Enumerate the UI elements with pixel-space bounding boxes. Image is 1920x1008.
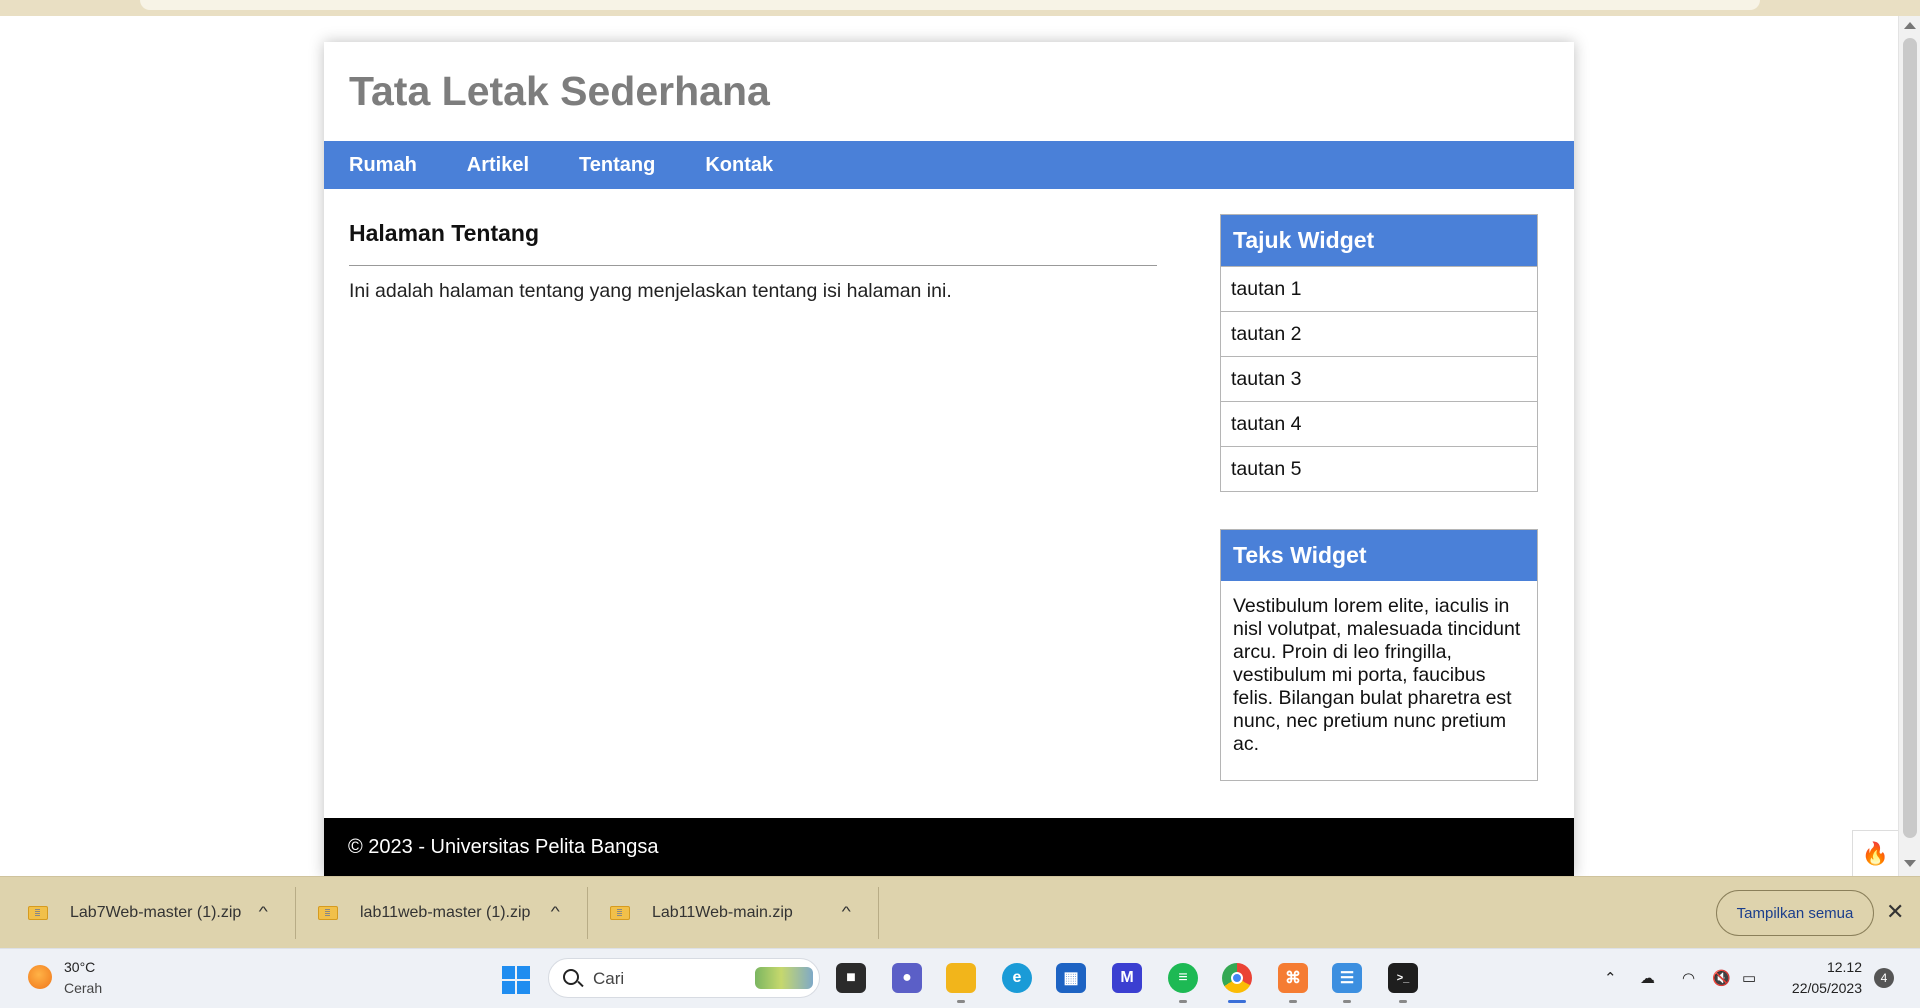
search-placeholder: Cari (593, 969, 625, 988)
main-nav: Rumah Artikel Tentang Kontak (324, 141, 1574, 189)
vscode-like-icon[interactable]: M (1112, 963, 1142, 993)
taskbar: 30°C Cerah Cari ■ ● e ▦ M ≡ ⌘ ☰ >_ ⌃ ☁ ◠… (0, 948, 1920, 1008)
running-indicator (957, 1000, 965, 1003)
scroll-up-icon[interactable] (1904, 22, 1916, 29)
zip-file-icon (28, 906, 48, 920)
show-all-downloads-button[interactable]: Tampilkan semua (1716, 890, 1874, 936)
nav-item-kontak[interactable]: Kontak (705, 154, 773, 177)
links-widget-title: Tajuk Widget (1221, 215, 1537, 266)
cloud-icon[interactable]: ☁ (1640, 969, 1655, 987)
widget-link-2[interactable]: tautan 2 (1221, 311, 1537, 356)
download-filename: Lab7Web-master (1).zip (70, 904, 242, 921)
widget-link-3[interactable]: tautan 3 (1221, 356, 1537, 401)
battery-icon[interactable]: ▭ (1742, 969, 1756, 987)
weather-sun-icon[interactable] (28, 965, 52, 989)
chevron-up-icon[interactable]: ^ (551, 903, 560, 919)
zip-file-icon (610, 906, 630, 920)
clock-time[interactable]: 12.12 (1822, 959, 1862, 975)
wifi-icon[interactable]: ◠ (1682, 969, 1695, 987)
download-filename: Lab11Web-main.zip (652, 904, 793, 921)
folder-icon[interactable] (946, 963, 976, 993)
spotify-icon[interactable]: ≡ (1168, 963, 1198, 993)
download-filename: lab11web-master (1).zip (360, 904, 531, 921)
content-text: Ini adalah halaman tentang yang menjelas… (349, 280, 952, 302)
text-widget-title: Teks Widget (1221, 530, 1537, 581)
download-item-2[interactable]: lab11web-master (1).zip (318, 877, 530, 949)
scroll-thumb[interactable] (1903, 38, 1917, 838)
volume-muted-icon[interactable]: 🔇 (1712, 969, 1731, 987)
notepad-icon[interactable]: ☰ (1332, 963, 1362, 993)
taskbar-search[interactable]: Cari (548, 958, 820, 998)
page-footer: © 2023 - Universitas Pelita Bangsa (324, 818, 1574, 876)
search-icon (563, 969, 579, 985)
chevron-up-icon[interactable]: ^ (842, 903, 851, 919)
address-bar[interactable] (140, 0, 1760, 10)
text-widget: Teks Widget Vestibulum lorem elite, iacu… (1220, 529, 1538, 781)
chrome-icon[interactable] (1222, 963, 1252, 993)
chevron-up-icon[interactable]: ⌃ (1604, 969, 1617, 987)
running-indicator (1289, 1000, 1297, 1003)
notification-badge[interactable]: 4 (1874, 968, 1894, 988)
content-title: Halaman Tentang (349, 220, 539, 246)
download-separator (295, 887, 296, 939)
flame-extension-icon[interactable]: 🔥 (1852, 830, 1898, 876)
download-separator (587, 887, 588, 939)
store-icon[interactable]: ▦ (1056, 963, 1086, 993)
vertical-scrollbar[interactable] (1898, 16, 1920, 876)
xampp-icon[interactable]: ⌘ (1278, 963, 1308, 993)
weather-temperature[interactable]: 30°C (64, 959, 95, 975)
clock-date[interactable]: 22/05/2023 (1780, 980, 1862, 996)
download-item-3[interactable]: Lab11Web-main.zip (610, 877, 793, 949)
nav-item-rumah[interactable]: Rumah (349, 154, 417, 177)
file-explorer-icon[interactable]: ■ (836, 963, 866, 993)
widget-link-4[interactable]: tautan 4 (1221, 401, 1537, 446)
edge-icon[interactable]: e (1002, 963, 1032, 993)
scroll-down-icon[interactable] (1904, 860, 1916, 867)
running-indicator (1399, 1000, 1407, 1003)
links-widget: Tajuk Widget tautan 1 tautan 2 tautan 3 … (1220, 214, 1538, 492)
zip-file-icon (318, 906, 338, 920)
nav-item-artikel[interactable]: Artikel (467, 154, 529, 177)
download-separator (878, 887, 879, 939)
search-highlight-image (755, 967, 813, 989)
browser-toolbar (0, 0, 1920, 16)
weather-condition[interactable]: Cerah (64, 980, 102, 996)
page-container: Tata Letak Sederhana Rumah Artikel Tenta… (324, 42, 1574, 876)
download-item-1[interactable]: Lab7Web-master (1).zip (28, 877, 241, 949)
content-divider (349, 265, 1157, 266)
widget-link-1[interactable]: tautan 1 (1221, 266, 1537, 311)
widget-link-5[interactable]: tautan 5 (1221, 446, 1537, 491)
close-icon[interactable]: ✕ (1886, 899, 1904, 925)
text-widget-body: Vestibulum lorem elite, iaculis in nisl … (1233, 595, 1521, 755)
windows-start-icon[interactable] (502, 966, 530, 994)
site-title: Tata Letak Sederhana (349, 68, 770, 114)
chevron-up-icon[interactable]: ^ (259, 903, 268, 919)
nav-item-tentang[interactable]: Tentang (579, 154, 655, 177)
active-app-indicator (1228, 1000, 1246, 1003)
teams-chat-icon[interactable]: ● (892, 963, 922, 993)
terminal-icon[interactable]: >_ (1388, 963, 1418, 993)
running-indicator (1179, 1000, 1187, 1003)
download-bar: Lab7Web-master (1).zip ^ lab11web-master… (0, 876, 1920, 948)
running-indicator (1343, 1000, 1351, 1003)
